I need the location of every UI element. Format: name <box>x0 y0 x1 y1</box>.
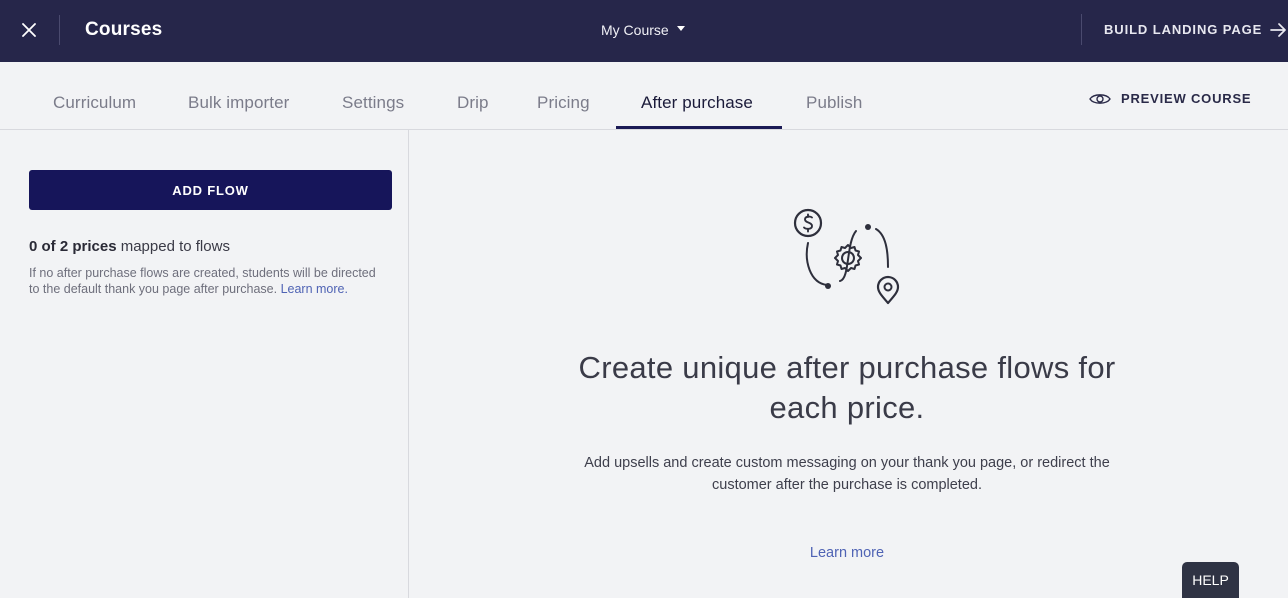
help-button[interactable]: HELP <box>1182 562 1239 598</box>
tab-bulk-importer[interactable]: Bulk importer <box>188 93 289 113</box>
divider <box>59 15 60 45</box>
tab-pricing[interactable]: Pricing <box>537 93 590 113</box>
prices-mapped-summary: 0 of 2 prices mapped to flows <box>29 238 230 255</box>
caret-down-icon <box>676 26 685 31</box>
default-flow-note: If no after purchase flows are created, … <box>29 265 389 297</box>
app-title: Courses <box>85 19 163 40</box>
active-tab-indicator <box>616 126 782 129</box>
course-selector-label: My Course <box>601 22 669 38</box>
after-purchase-flow-illustration <box>793 208 900 305</box>
course-selector[interactable]: My Course <box>601 22 685 38</box>
location-pin-icon <box>876 275 900 305</box>
prices-mapped-count: 0 of 2 prices <box>29 238 117 255</box>
tab-drip[interactable]: Drip <box>457 93 489 113</box>
close-button[interactable] <box>17 17 41 43</box>
empty-state-headline: Create unique after purchase flows for e… <box>578 350 1116 425</box>
learn-more-link[interactable]: Learn more <box>797 545 897 561</box>
tab-publish[interactable]: Publish <box>806 93 862 113</box>
sidebar: ADD FLOW 0 of 2 prices mapped to flows I… <box>0 130 409 598</box>
build-landing-page-label: BUILD LANDING PAGE <box>1104 22 1263 37</box>
dollar-icon <box>793 208 823 238</box>
close-icon <box>22 23 36 37</box>
empty-state: Create unique after purchase flows for e… <box>410 130 1288 598</box>
learn-more-link[interactable]: Learn more. <box>281 282 348 296</box>
prices-mapped-suffix: mapped to flows <box>116 238 230 255</box>
tab-curriculum[interactable]: Curriculum <box>53 93 136 113</box>
tab-bar: Curriculum Bulk importer Settings Drip P… <box>0 62 1288 130</box>
divider <box>1081 14 1082 45</box>
arrow-right-icon <box>1270 22 1287 37</box>
eye-icon <box>1089 93 1111 104</box>
top-bar: Courses My Course BUILD LANDING PAGE <box>0 0 1288 62</box>
tab-after-purchase[interactable]: After purchase <box>641 93 753 113</box>
tab-settings[interactable]: Settings <box>342 93 404 113</box>
preview-course-label: PREVIEW COURSE <box>1121 91 1252 106</box>
empty-state-description: Add upsells and create custom messaging … <box>584 455 1110 493</box>
preview-course-button[interactable]: PREVIEW COURSE <box>1089 91 1251 106</box>
add-flow-button[interactable]: ADD FLOW <box>29 170 392 210</box>
build-landing-page-button[interactable]: BUILD LANDING PAGE <box>1104 22 1287 37</box>
